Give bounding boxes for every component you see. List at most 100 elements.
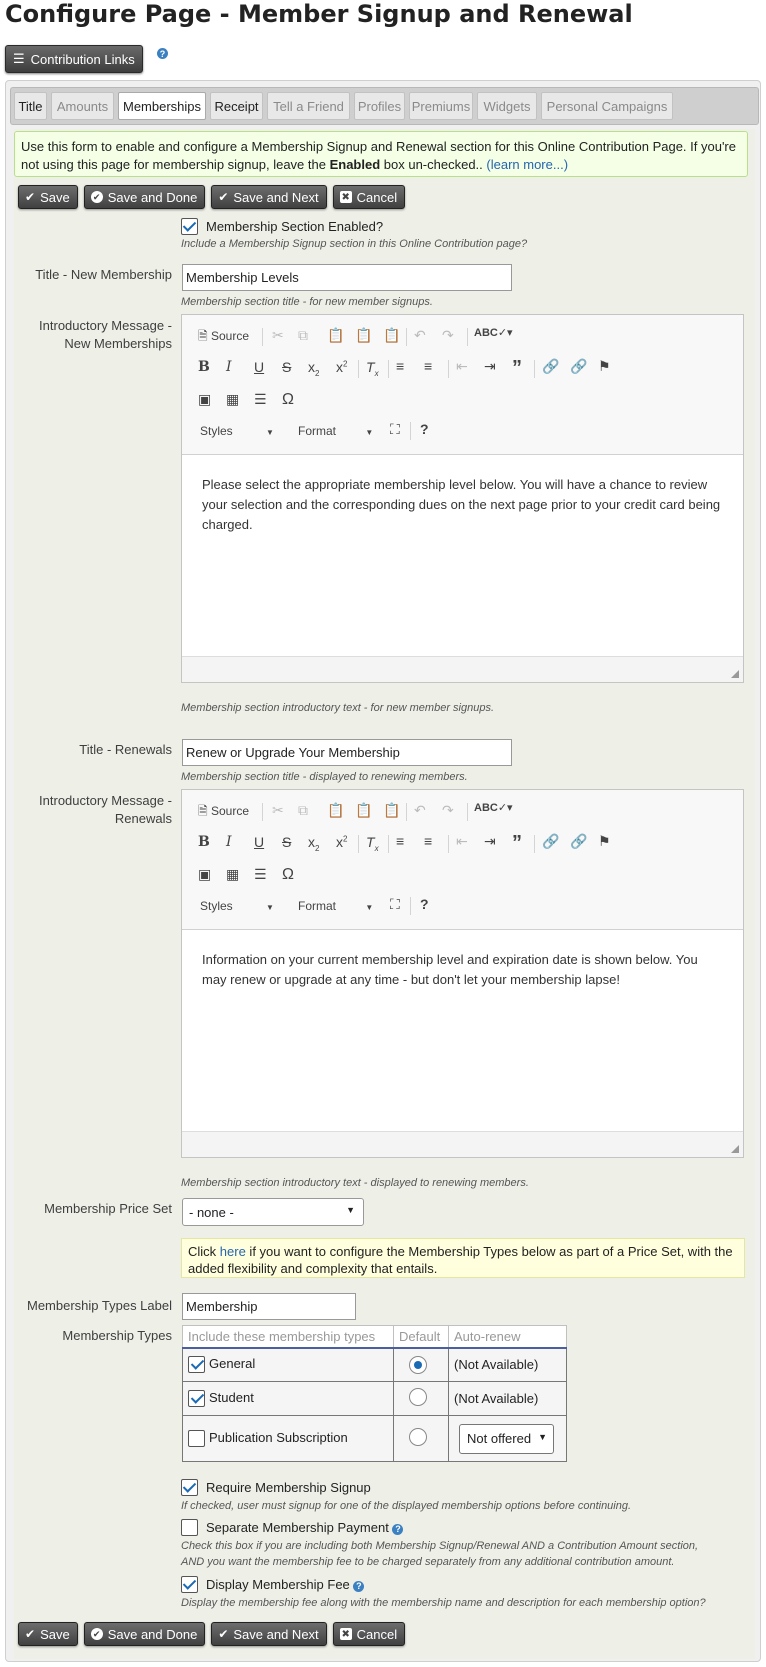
numbered-list-icon[interactable]: ≡ bbox=[396, 833, 404, 849]
unlink-icon[interactable]: 🔗 bbox=[570, 358, 587, 375]
renew-title-input[interactable]: Renew or Upgrade Your Membership bbox=[182, 739, 512, 766]
new-intro-editor[interactable]: 🗎 Source ✂ ⧉ 📋 📋 📋 ↶ ↷ ABC✓▾ B I U S x2 … bbox=[181, 314, 744, 683]
help-icon[interactable]: ? bbox=[353, 1580, 365, 1592]
display-fee-checkbox[interactable] bbox=[181, 1576, 198, 1593]
help-question-icon[interactable]: ? bbox=[420, 896, 429, 912]
paste-icon[interactable]: 📋 bbox=[327, 327, 344, 344]
copy-icon[interactable]: ⧉ bbox=[298, 327, 308, 344]
price-set-here-link[interactable]: here bbox=[220, 1244, 246, 1259]
styles-dropdown[interactable]: Styles ▼ bbox=[200, 424, 274, 438]
strike-icon[interactable]: S bbox=[282, 834, 291, 850]
default-radio[interactable] bbox=[409, 1428, 427, 1446]
cut-icon[interactable]: ✂ bbox=[272, 327, 284, 344]
special-char-icon[interactable]: Ω bbox=[282, 866, 294, 884]
remove-format-icon[interactable]: Tx bbox=[366, 359, 379, 378]
table-icon[interactable]: ▦ bbox=[226, 391, 239, 408]
default-radio[interactable] bbox=[409, 1355, 427, 1374]
renew-intro-editor[interactable]: 🗎 Source ✂ ⧉ 📋 📋 📋 ↶ ↷ ABC✓▾ B I U S x2 … bbox=[181, 789, 744, 1158]
redo-icon[interactable]: ↷ bbox=[442, 327, 454, 344]
separate-payment-checkbox[interactable] bbox=[181, 1519, 198, 1536]
subscript-icon[interactable]: x2 bbox=[308, 834, 319, 853]
auto-renew-select[interactable]: Not offered ▼ bbox=[459, 1423, 555, 1454]
save-and-next-button[interactable]: ✔ Save and Next bbox=[211, 185, 327, 209]
underline-icon[interactable]: U bbox=[254, 359, 264, 375]
link-icon[interactable]: 🔗 bbox=[542, 833, 559, 850]
paste-word-icon[interactable]: 📋 bbox=[383, 802, 400, 819]
outdent-icon[interactable]: ⇤ bbox=[456, 833, 468, 850]
bold-icon[interactable]: B bbox=[198, 359, 210, 375]
tab-tell-a-friend[interactable]: Tell a Friend bbox=[267, 92, 350, 120]
save-button[interactable]: ✔ Save bbox=[18, 1622, 78, 1646]
cancel-button[interactable]: ✖ Cancel bbox=[332, 1622, 406, 1646]
spellcheck-icon[interactable]: ABC✓▾ bbox=[474, 801, 513, 814]
superscript-icon[interactable]: x2 bbox=[336, 359, 347, 375]
undo-icon[interactable]: ↶ bbox=[414, 327, 426, 344]
learn-more-link[interactable]: (learn more...) bbox=[486, 157, 568, 172]
horizontal-rule-icon[interactable]: ☰ bbox=[254, 391, 267, 408]
help-icon[interactable]: ? bbox=[392, 1523, 404, 1535]
section-enabled-checkbox[interactable] bbox=[181, 218, 198, 235]
save-and-done-button[interactable]: ✔ Save and Done bbox=[83, 185, 206, 209]
price-set-select[interactable]: - none - ▼ bbox=[182, 1198, 364, 1226]
paste-icon[interactable]: 📋 bbox=[327, 802, 344, 819]
table-icon[interactable]: ▦ bbox=[226, 866, 239, 883]
image-icon[interactable]: ▣ bbox=[198, 866, 211, 883]
blockquote-icon[interactable]: ” bbox=[512, 832, 522, 855]
bullet-list-icon[interactable]: ≡ bbox=[424, 833, 432, 849]
tab-widgets[interactable]: Widgets bbox=[477, 92, 537, 120]
source-button[interactable]: 🗎 Source bbox=[198, 327, 249, 348]
paste-text-icon[interactable]: 📋 bbox=[355, 802, 372, 819]
styles-dropdown[interactable]: Styles ▼ bbox=[200, 899, 274, 913]
underline-icon[interactable]: U bbox=[254, 834, 264, 850]
format-dropdown[interactable]: Format ▼ bbox=[298, 424, 373, 438]
special-char-icon[interactable]: Ω bbox=[282, 391, 294, 409]
image-icon[interactable]: ▣ bbox=[198, 391, 211, 408]
undo-icon[interactable]: ↶ bbox=[414, 802, 426, 819]
outdent-icon[interactable]: ⇤ bbox=[456, 358, 468, 375]
horizontal-rule-icon[interactable]: ☰ bbox=[254, 866, 267, 883]
remove-format-icon[interactable]: Tx bbox=[366, 834, 379, 853]
unlink-icon[interactable]: 🔗 bbox=[570, 833, 587, 850]
indent-icon[interactable]: ⇥ bbox=[484, 833, 496, 850]
tab-premiums[interactable]: Premiums bbox=[409, 92, 473, 120]
renew-intro-content[interactable]: Information on your current membership l… bbox=[182, 930, 743, 1130]
tab-profiles[interactable]: Profiles bbox=[354, 92, 405, 120]
bold-icon[interactable]: B bbox=[198, 834, 210, 850]
help-question-icon[interactable]: ? bbox=[420, 421, 429, 437]
contribution-links-button[interactable]: ☰ Contribution Links bbox=[5, 45, 143, 73]
bullet-list-icon[interactable]: ≡ bbox=[424, 358, 432, 374]
paste-text-icon[interactable]: 📋 bbox=[355, 327, 372, 344]
default-radio[interactable] bbox=[409, 1388, 427, 1406]
include-checkbox[interactable] bbox=[188, 1356, 205, 1374]
link-icon[interactable]: 🔗 bbox=[542, 358, 559, 375]
numbered-list-icon[interactable]: ≡ bbox=[396, 358, 404, 374]
tab-title[interactable]: Title bbox=[14, 92, 47, 120]
types-label-input[interactable]: Membership bbox=[182, 1293, 356, 1320]
resize-handle[interactable] bbox=[731, 670, 739, 678]
help-icon[interactable]: ? bbox=[157, 48, 168, 59]
indent-icon[interactable]: ⇥ bbox=[484, 358, 496, 375]
resize-handle[interactable] bbox=[731, 1145, 739, 1153]
redo-icon[interactable]: ↷ bbox=[442, 802, 454, 819]
include-checkbox[interactable] bbox=[188, 1430, 205, 1448]
include-checkbox[interactable] bbox=[188, 1390, 205, 1408]
require-signup-checkbox[interactable] bbox=[181, 1479, 198, 1496]
paste-word-icon[interactable]: 📋 bbox=[383, 327, 400, 344]
cancel-button[interactable]: ✖ Cancel bbox=[332, 185, 406, 209]
format-dropdown[interactable]: Format ▼ bbox=[298, 899, 373, 913]
source-button[interactable]: 🗎 Source bbox=[198, 802, 249, 823]
strike-icon[interactable]: S bbox=[282, 359, 291, 375]
tab-personal-campaigns[interactable]: Personal Campaigns bbox=[541, 92, 673, 120]
save-button[interactable]: ✔ Save bbox=[18, 185, 78, 209]
maximize-icon[interactable]: ⛶ bbox=[390, 896, 400, 913]
new-title-input[interactable]: Membership Levels bbox=[182, 264, 512, 291]
italic-icon[interactable]: I bbox=[226, 359, 232, 375]
tab-receipt[interactable]: Receipt bbox=[210, 92, 263, 120]
save-and-done-button[interactable]: ✔ Save and Done bbox=[83, 1622, 206, 1646]
blockquote-icon[interactable]: ” bbox=[512, 357, 522, 380]
anchor-flag-icon[interactable]: ⚑ bbox=[598, 358, 611, 375]
maximize-icon[interactable]: ⛶ bbox=[390, 421, 400, 438]
copy-icon[interactable]: ⧉ bbox=[298, 802, 308, 819]
cut-icon[interactable]: ✂ bbox=[272, 802, 284, 819]
italic-icon[interactable]: I bbox=[226, 834, 232, 850]
